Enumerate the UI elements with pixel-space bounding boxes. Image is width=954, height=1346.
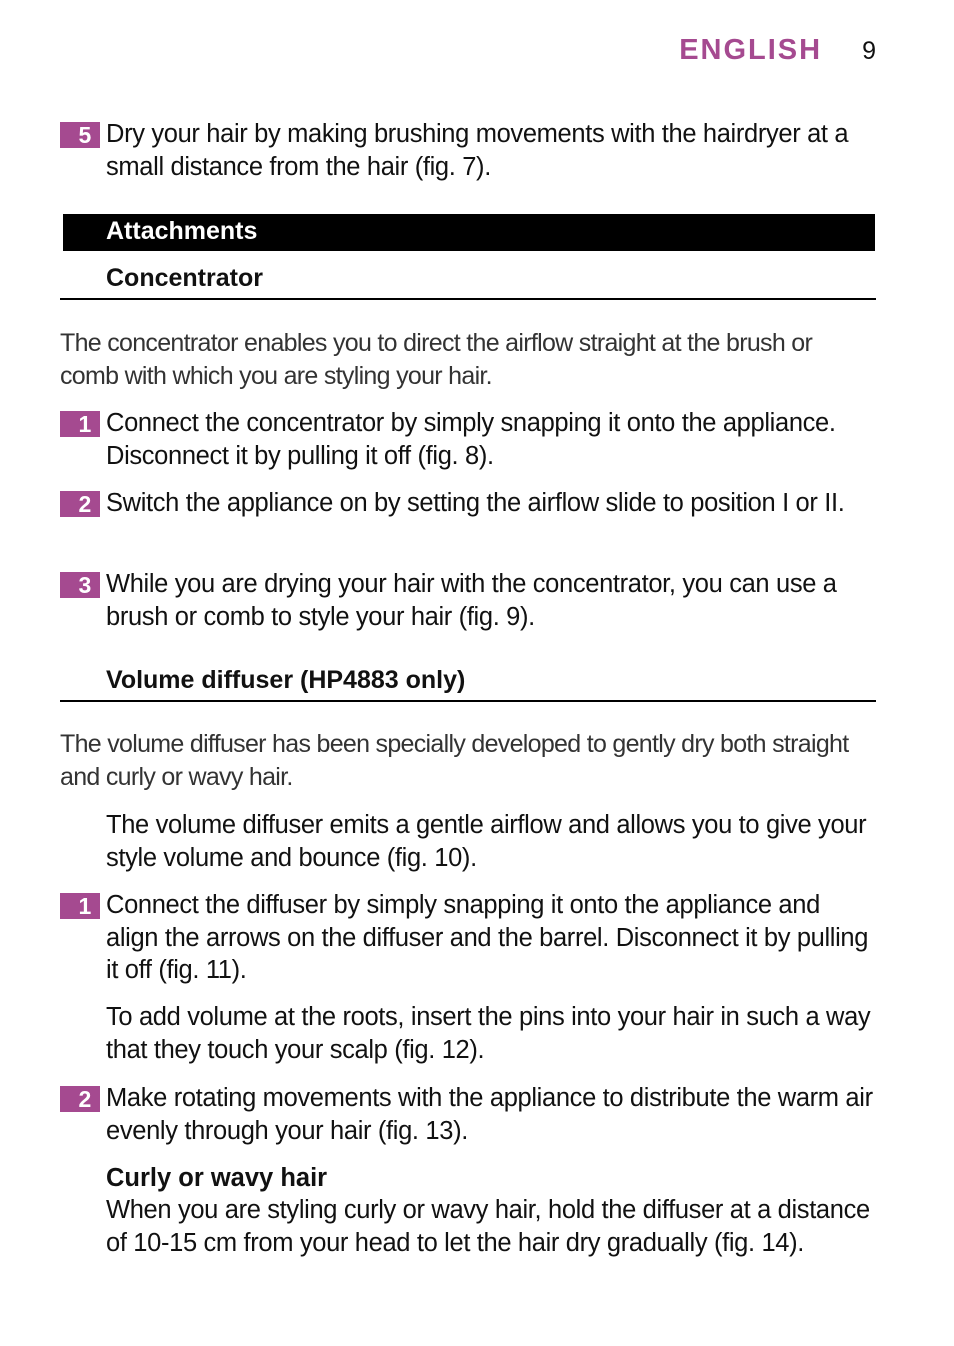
diffuser-step-2: 2 Make rotating movements with the appli…: [60, 1082, 876, 1147]
step-number-badge: 2: [60, 1086, 100, 1112]
concentrator-intro: The concentrator enables you to direct t…: [60, 329, 813, 390]
concentrator-step-2: 2 Switch the appliance on by setting the…: [60, 487, 876, 520]
step-number-badge: 2: [60, 491, 100, 517]
step-number-badge: 3: [60, 572, 100, 598]
diffuser-step-1: 1 Connect the diffuser by simply snappin…: [60, 889, 876, 987]
language-label: ENGLISH: [679, 34, 823, 66]
page-number: 9: [862, 37, 876, 65]
concentrator-step-1: 1 Connect the concentrator by simply sna…: [60, 407, 876, 472]
section-title-attachments: Attachments: [63, 214, 875, 251]
curly-hair-text: When you are styling curly or wavy hair,…: [106, 1196, 870, 1257]
concentrator-step-3: 3 While you are drying your hair with th…: [60, 568, 876, 633]
step-text: While you are drying your hair with the …: [106, 570, 837, 631]
step-text: Make rotating movements with the applian…: [106, 1084, 873, 1145]
step-text: Connect the diffuser by simply snapping …: [106, 891, 869, 984]
heading-curly-hair: Curly or wavy hair: [106, 1164, 328, 1192]
heading-concentrator: Concentrator: [60, 262, 876, 300]
diffuser-intro: The volume diffuser has been specially d…: [60, 730, 849, 791]
step-text: Connect the concentrator by simply snapp…: [106, 409, 836, 470]
heading-volume-diffuser: Volume diffuser (HP4883 only): [60, 664, 876, 702]
step-number-badge: 1: [60, 893, 100, 919]
diffuser-note: The volume diffuser emits a gentle airfl…: [106, 811, 867, 872]
page-header: ENGLISH 9: [679, 34, 876, 67]
step-text: Switch the appliance on by setting the a…: [106, 489, 845, 517]
step-number-badge: 5: [60, 122, 100, 148]
step-number-badge: 1: [60, 411, 100, 437]
step-5: 5 Dry your hair by making brushing movem…: [60, 118, 876, 183]
step-text: Dry your hair by making brushing movemen…: [106, 120, 849, 181]
roots-note: To add volume at the roots, insert the p…: [106, 1003, 871, 1064]
